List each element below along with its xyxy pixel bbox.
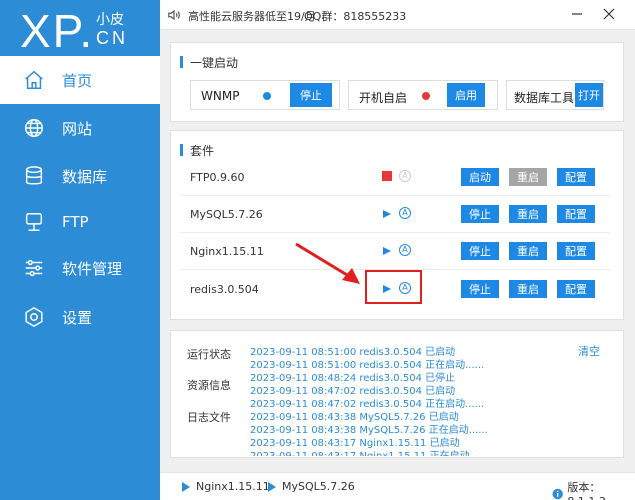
config-button[interactable]: 配置: [557, 168, 595, 186]
autostart-status-dot: [422, 92, 430, 100]
highlight-box: [365, 270, 422, 304]
admin-icon: A: [399, 170, 411, 182]
sidebar-item-software[interactable]: 软件管理: [0, 244, 160, 292]
log-line: 2023-09-11 08:43:17 Nginx1.15.11 正在启动...…: [250, 447, 489, 456]
wnmp-status-dot: [263, 92, 271, 100]
autostart-box: 开机自启 启用: [348, 80, 498, 110]
dbtool-box: 数据库工具 打开: [506, 80, 604, 110]
restart-button[interactable]: 重启: [509, 280, 547, 298]
suite-title: 套件: [180, 142, 214, 159]
sidebar-item-label: 设置: [62, 308, 93, 327]
restart-button[interactable]: 重启: [509, 168, 547, 186]
database-icon: [22, 164, 46, 188]
service-name: redis3.0.504: [190, 283, 259, 296]
info-icon: [552, 488, 563, 499]
minimize-icon[interactable]: [568, 5, 586, 23]
admin-icon: A: [399, 207, 411, 219]
sliders-icon: [22, 256, 46, 280]
sidebar-item-database[interactable]: 数据库: [0, 152, 160, 200]
footer-mysql: MySQL5.7.26: [268, 480, 355, 493]
sidebar-item-settings[interactable]: 设置: [0, 293, 160, 341]
stop-button[interactable]: 停止: [461, 242, 499, 260]
footer-nginx: Nginx1.15.11: [182, 480, 270, 493]
sidebar-item-home[interactable]: 首页: [0, 56, 160, 104]
dbtool-open-button[interactable]: 打开: [575, 83, 603, 107]
sidebar-item-ftp[interactable]: FTP: [0, 198, 160, 246]
logo-sub-en: CN: [96, 28, 128, 48]
footer-nginx-label: Nginx1.15.11: [196, 480, 270, 493]
log-view: 2023-09-11 08:51:00 redis3.0.504 已启动 202…: [250, 340, 580, 456]
version-info: 版本：8.1.1.3: [552, 479, 635, 500]
tab-log-files[interactable]: 日志文件: [187, 409, 231, 425]
sidebar-item-label: 软件管理: [62, 259, 123, 278]
stop-button[interactable]: 停止: [461, 280, 499, 298]
config-button[interactable]: 配置: [557, 205, 595, 223]
table-row: Nginx1.15.11 A 停止 重启 配置: [180, 233, 610, 270]
autostart-enable-button[interactable]: 启用: [447, 83, 485, 107]
play-icon: [182, 481, 190, 492]
restart-button[interactable]: 重启: [509, 205, 547, 223]
service-name: Nginx1.15.11: [190, 245, 264, 258]
logo: XP. 小皮 CN: [0, 0, 160, 57]
sidebar-item-website[interactable]: 网站: [0, 104, 160, 152]
logo-sub-cn: 小皮: [96, 12, 124, 28]
annotation-arrow: [295, 242, 360, 284]
logo-main: XP.: [20, 5, 95, 57]
promo-notice[interactable]: 高性能云服务器低至19/月: [188, 8, 316, 24]
config-button[interactable]: 配置: [557, 280, 595, 298]
clear-button[interactable]: 清空: [578, 343, 600, 359]
table-row: MySQL5.7.26 A 停止 重启 配置: [180, 196, 610, 233]
service-name: FTP0.9.60: [190, 171, 245, 184]
admin-icon: A: [399, 244, 411, 256]
play-icon: [382, 208, 394, 220]
home-icon: [22, 68, 46, 92]
play-icon: [268, 481, 276, 492]
sidebar-item-label: 网站: [62, 119, 93, 138]
stopped-icon: [382, 171, 392, 181]
wnmp-stop-button[interactable]: 停止: [290, 83, 332, 107]
server-icon: [22, 210, 46, 234]
sidebar-item-label: 首页: [62, 71, 93, 90]
config-button[interactable]: 配置: [557, 242, 595, 260]
version-label: 版本：8.1.1.3: [567, 481, 605, 500]
stop-button[interactable]: 停止: [461, 205, 499, 223]
wnmp-label: WNMP: [201, 89, 240, 103]
dbtool-label: 数据库工具: [514, 91, 575, 105]
play-icon: [382, 245, 394, 257]
gear-icon: [22, 305, 46, 329]
wnmp-box: WNMP 停止: [190, 80, 340, 110]
globe-icon: [22, 116, 46, 140]
tab-resource-info[interactable]: 资源信息: [187, 377, 231, 393]
quick-start-title: 一键启动: [180, 54, 238, 71]
title-bar: 高性能云服务器低至19/月 QQ群：818555233: [160, 0, 635, 30]
footer-mysql-label: MySQL5.7.26: [282, 480, 355, 493]
autostart-label: 开机自启: [359, 91, 408, 105]
start-button[interactable]: 启动: [461, 168, 499, 186]
table-row: FTP0.9.60 A 启动 重启 配置: [180, 159, 610, 196]
restart-button[interactable]: 重启: [509, 242, 547, 260]
qq-group-text: QQ群：818555233: [304, 10, 407, 23]
speaker-icon: [167, 8, 181, 25]
close-icon[interactable]: [600, 5, 618, 23]
sidebar: XP. 小皮 CN 首页 网站 数据库 FTP 软件管理 设置: [0, 0, 160, 500]
sidebar-item-label: 数据库: [62, 167, 108, 186]
sidebar-item-label: FTP: [62, 213, 89, 231]
service-name: MySQL5.7.26: [190, 208, 263, 221]
tab-run-status[interactable]: 运行状态: [187, 346, 231, 362]
